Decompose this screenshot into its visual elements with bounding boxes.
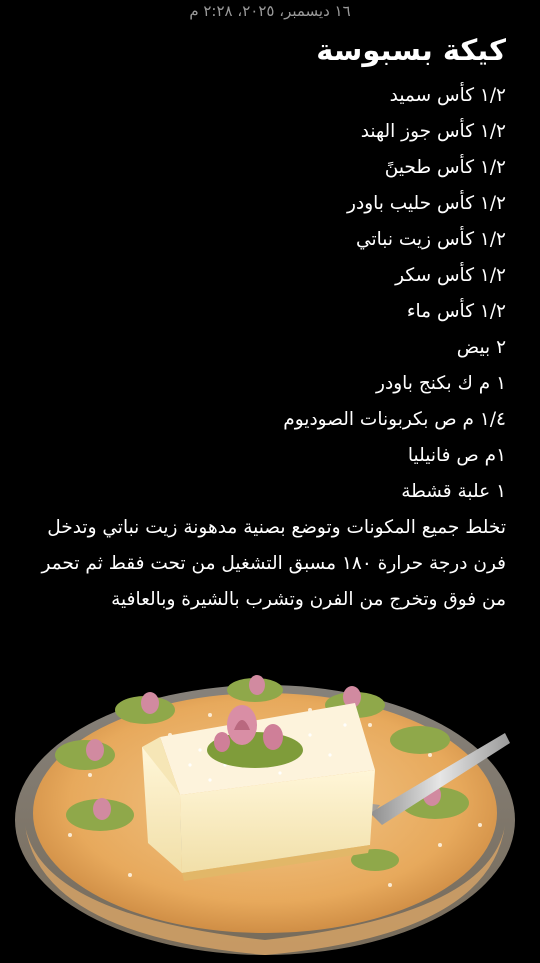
ingredient-item: ١ م ك بكنج باودر: [376, 373, 506, 394]
ingredient-item: ٢ بيض: [456, 337, 506, 358]
ingredient-item: ١/٢ كأس حليب باودر: [347, 193, 506, 214]
ingredient-item: ١/٢ كأس طحينً: [384, 157, 506, 178]
basbousa-cake-image: [10, 655, 520, 959]
ingredient-item: ١/٢ كأس سميد: [389, 85, 506, 106]
ingredients-list: ١/٢ كأس سميد ١/٢ كأس جوز الهند ١/٢ كأس ط…: [16, 78, 506, 510]
ingredient-item: ١/٢ كأس جوز الهند: [360, 121, 506, 142]
note-title: كيكة بسبوسة: [316, 33, 506, 67]
ingredient-item: ١/٢ كأس ماء: [406, 301, 506, 322]
note-body[interactable]: كيكة بسبوسة ١/٢ كأس سميد ١/٢ كأس جوز اله…: [16, 28, 506, 618]
ingredient-item: ١/٢ كأس سكر: [395, 265, 506, 286]
note-screen: ١٦ ديسمبر، ٢٠٢٥، ٢:٢٨ م كيكة بسبوسة ١/٢ …: [0, 0, 540, 959]
ingredient-item: ١/٤ م ص بكربونات الصوديوم: [283, 409, 506, 430]
ingredient-item: ١/٢ كأس زيت نباتي: [356, 229, 506, 250]
note-timestamp: ١٦ ديسمبر، ٢٠٢٥، ٢:٢٨ م: [189, 2, 351, 20]
ingredient-item: ١ علبة قشطة: [401, 481, 506, 502]
ingredient-item: ١م ص فانيليا: [407, 445, 506, 466]
method-paragraph: تخلط جميع المكونات وتوضع بصنية مدهونة زي…: [41, 517, 506, 610]
